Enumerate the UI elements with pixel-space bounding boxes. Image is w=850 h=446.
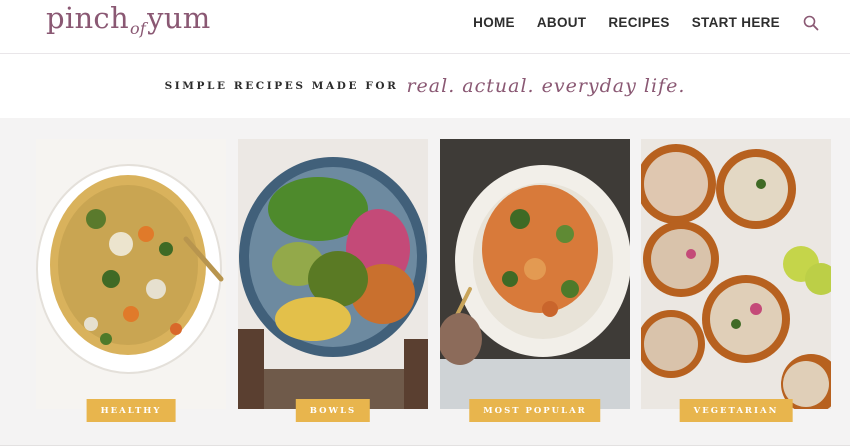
category-card-most-popular[interactable]: MOST POPULAR xyxy=(440,139,630,422)
category-label-bowls: BOWLS xyxy=(295,399,371,422)
nav-start-here[interactable]: START HERE xyxy=(692,14,780,32)
tagline-script: real. actual. everyday life. xyxy=(406,75,686,97)
category-label-healthy: HEALTHY xyxy=(86,399,176,422)
search-icon xyxy=(803,15,819,31)
category-card-vegetarian[interactable]: VEGETARIAN xyxy=(641,139,831,422)
site-header: pinchofyum HOME ABOUT RECIPES START HERE xyxy=(0,0,850,54)
category-band: HEALTHY BOWLS MOST POPULAR VEGETARIAN xyxy=(0,118,850,446)
site-logo[interactable]: pinchofyum xyxy=(46,0,211,41)
tagline-bar: SIMPLE RECIPES MADE FOR real. actual. ev… xyxy=(0,54,850,118)
logo-word-of: of xyxy=(129,19,147,38)
nav-home[interactable]: HOME xyxy=(473,14,515,32)
healthy-photo xyxy=(36,139,226,409)
main-nav: HOME ABOUT RECIPES START HERE xyxy=(451,14,820,32)
category-card-healthy[interactable]: HEALTHY xyxy=(36,139,226,422)
vegetarian-photo xyxy=(641,139,831,409)
tagline-lead: SIMPLE RECIPES MADE FOR xyxy=(164,80,399,92)
category-label-most-popular: MOST POPULAR xyxy=(469,399,601,422)
logo-word-yum: yum xyxy=(147,1,211,35)
category-label-vegetarian: VEGETARIAN xyxy=(679,399,793,422)
category-card-bowls[interactable]: BOWLS xyxy=(238,139,428,422)
bowls-photo xyxy=(238,139,428,409)
search-button[interactable] xyxy=(802,14,820,32)
nav-about[interactable]: ABOUT xyxy=(537,14,587,32)
most-popular-photo xyxy=(440,139,630,409)
nav-recipes[interactable]: RECIPES xyxy=(608,14,669,32)
logo-word-pinch: pinch xyxy=(46,1,129,35)
